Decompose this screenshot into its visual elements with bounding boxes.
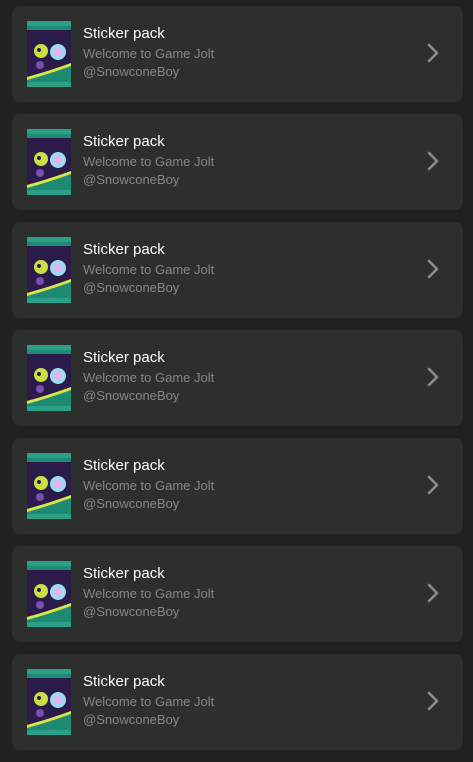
card-author: @SnowconeBoy <box>83 172 180 187</box>
chevron-right-icon <box>426 582 440 604</box>
card-subtitle: Welcome to Game Jolt <box>83 478 215 493</box>
card-subtitle: Welcome to Game Jolt <box>83 262 215 277</box>
sticker-pack-icon <box>27 561 71 627</box>
chevron-right-icon <box>426 258 440 280</box>
sticker-pack-card[interactable]: Sticker pack Welcome to Game Jolt @Snowc… <box>12 6 463 102</box>
card-title: Sticker pack <box>83 25 165 42</box>
chevron-right-icon <box>426 690 440 712</box>
card-author: @SnowconeBoy <box>83 280 180 295</box>
chevron-right-icon <box>426 474 440 496</box>
sticker-pack-icon <box>27 453 71 519</box>
card-title: Sticker pack <box>83 349 165 366</box>
sticker-pack-icon <box>27 21 71 87</box>
card-subtitle: Welcome to Game Jolt <box>83 370 215 385</box>
chevron-right-icon <box>426 42 440 64</box>
chevron-right-icon <box>426 366 440 388</box>
sticker-pack-icon <box>27 237 71 303</box>
sticker-pack-card[interactable]: Sticker pack Welcome to Game Jolt @Snowc… <box>12 222 463 318</box>
sticker-pack-card[interactable]: Sticker pack Welcome to Game Jolt @Snowc… <box>12 654 463 750</box>
card-author: @SnowconeBoy <box>83 388 180 403</box>
card-subtitle: Welcome to Game Jolt <box>83 154 215 169</box>
sticker-pack-list: Sticker pack Welcome to Game Jolt @Snowc… <box>0 0 473 762</box>
sticker-pack-card[interactable]: Sticker pack Welcome to Game Jolt @Snowc… <box>12 114 463 210</box>
sticker-pack-icon <box>27 345 71 411</box>
sticker-pack-icon <box>27 129 71 195</box>
card-title: Sticker pack <box>83 457 165 474</box>
card-subtitle: Welcome to Game Jolt <box>83 46 215 61</box>
card-author: @SnowconeBoy <box>83 64 180 79</box>
card-subtitle: Welcome to Game Jolt <box>83 694 215 709</box>
sticker-pack-icon <box>27 669 71 735</box>
card-author: @SnowconeBoy <box>83 712 180 727</box>
card-author: @SnowconeBoy <box>83 604 180 619</box>
chevron-right-icon <box>426 150 440 172</box>
card-title: Sticker pack <box>83 241 165 258</box>
card-title: Sticker pack <box>83 673 165 690</box>
card-author: @SnowconeBoy <box>83 496 180 511</box>
card-title: Sticker pack <box>83 133 165 150</box>
card-title: Sticker pack <box>83 565 165 582</box>
card-subtitle: Welcome to Game Jolt <box>83 586 215 601</box>
sticker-pack-card[interactable]: Sticker pack Welcome to Game Jolt @Snowc… <box>12 330 463 426</box>
sticker-pack-card[interactable]: Sticker pack Welcome to Game Jolt @Snowc… <box>12 438 463 534</box>
sticker-pack-card[interactable]: Sticker pack Welcome to Game Jolt @Snowc… <box>12 546 463 642</box>
